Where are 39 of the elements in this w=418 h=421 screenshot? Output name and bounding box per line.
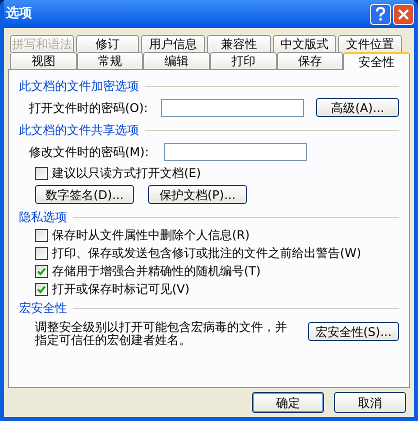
password-field[interactable] bbox=[161, 98, 304, 116]
tab[interactable]: 用户信息 bbox=[141, 35, 206, 52]
tab[interactable]: 文件位置 bbox=[338, 35, 402, 52]
description-text: 调整安全级别以打开可能包含宏病毒的文件，并指定可信任的宏创建者姓名。 bbox=[35, 321, 288, 347]
push-button[interactable]: 取消 bbox=[334, 392, 406, 413]
checkbox[interactable] bbox=[35, 166, 48, 180]
tab[interactable]: 修订 bbox=[76, 35, 140, 52]
group-heading: 此文档的文件共享选项 bbox=[19, 122, 139, 139]
group-heading: 此文档的文件加密选项 bbox=[19, 78, 139, 95]
tab[interactable]: 安全性 bbox=[343, 52, 410, 70]
push-button[interactable]: 宏安全性(S)... bbox=[308, 322, 399, 341]
close-icon[interactable] bbox=[393, 4, 414, 24]
push-button[interactable]: 保护文档(P)... bbox=[148, 185, 247, 204]
checkbox[interactable] bbox=[35, 282, 48, 296]
checkbox[interactable] bbox=[35, 264, 48, 278]
tab[interactable]: 编辑 bbox=[143, 52, 210, 69]
tab[interactable]: 中文版式 bbox=[272, 35, 336, 52]
push-button[interactable]: 高级(A)... bbox=[316, 98, 399, 117]
checkbox-label: 保存时从文件属性中删除个人信息(R) bbox=[52, 227, 250, 244]
checkbox-label: 建议以只读方式打开文档(E) bbox=[52, 165, 201, 182]
push-button[interactable]: 确定 bbox=[252, 392, 324, 413]
field-label: 打开文件时的密码(O): bbox=[29, 100, 149, 116]
window-title: 选项 bbox=[5, 5, 32, 24]
field-label: 修改文件时的密码(M): bbox=[29, 144, 150, 160]
tab[interactable]: 保存 bbox=[276, 52, 344, 69]
password-field[interactable] bbox=[164, 142, 307, 160]
tab[interactable]: 视图 bbox=[10, 52, 77, 69]
push-button[interactable]: 数字签名(D)... bbox=[35, 185, 134, 204]
group-heading: 宏安全性 bbox=[19, 300, 67, 317]
checkbox-label: 打开或保存时标记可见(V) bbox=[52, 281, 190, 298]
group-heading: 隐私选项 bbox=[19, 209, 67, 226]
checkbox-label: 存储用于增强合并精确性的随机编号(T) bbox=[52, 263, 261, 280]
tab[interactable]: 打印 bbox=[210, 52, 277, 69]
tab[interactable]: 常规 bbox=[76, 52, 144, 69]
checkbox-label: 打印、保存或发送包含修订或批注的文件之前给出警告(W) bbox=[52, 245, 362, 262]
checkbox[interactable] bbox=[35, 228, 48, 242]
tab[interactable]: 兼容性 bbox=[207, 35, 271, 52]
help-icon[interactable] bbox=[370, 4, 391, 24]
checkbox[interactable] bbox=[35, 246, 48, 260]
